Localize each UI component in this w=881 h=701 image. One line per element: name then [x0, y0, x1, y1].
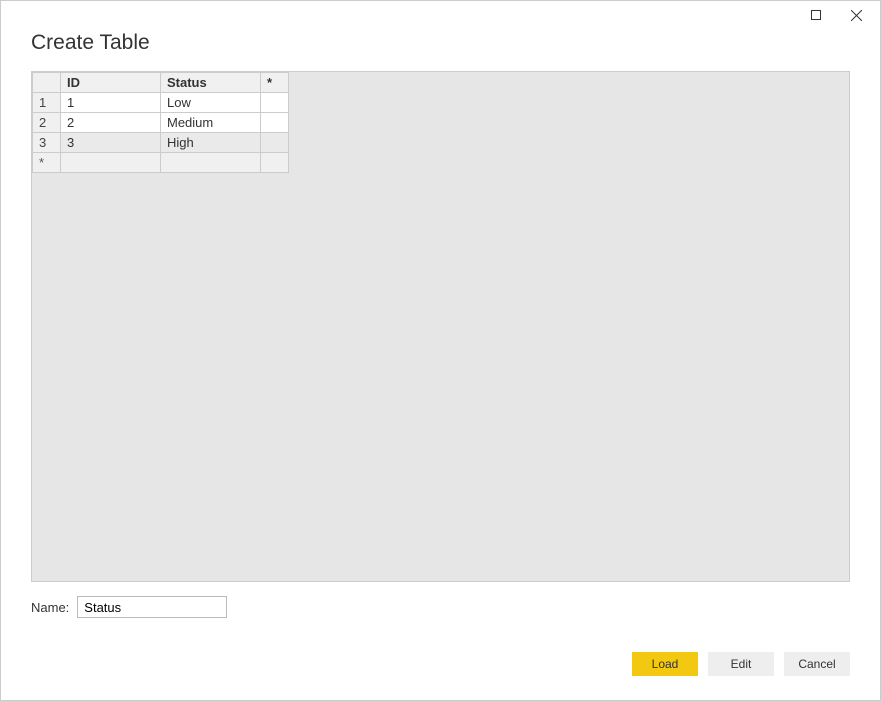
cell-status[interactable]: Medium	[161, 113, 261, 133]
dialog-title: Create Table	[31, 31, 850, 55]
table-grid-area[interactable]: ID Status * 11Low22Medium33High*	[31, 71, 850, 582]
corner-cell[interactable]	[33, 73, 61, 93]
dialog-header: Create Table	[1, 31, 880, 71]
row-number[interactable]: 3	[33, 133, 61, 153]
cell-extra[interactable]	[261, 93, 289, 113]
cell-id[interactable]: 2	[61, 113, 161, 133]
add-row-marker[interactable]: *	[33, 153, 61, 173]
add-column-marker[interactable]: *	[261, 73, 289, 93]
cell-id[interactable]: 1	[61, 93, 161, 113]
cell-status[interactable]: High	[161, 133, 261, 153]
name-label: Name:	[31, 600, 69, 615]
header-row: ID Status *	[33, 73, 289, 93]
dialog-buttons: Load Edit Cancel	[1, 618, 880, 700]
cancel-button[interactable]: Cancel	[784, 652, 850, 676]
create-table-dialog: Create Table ID Status * 11Low22Medium33…	[0, 0, 881, 701]
table-row[interactable]: 11Low	[33, 93, 289, 113]
new-cell[interactable]	[161, 153, 261, 173]
cell-extra[interactable]	[261, 133, 289, 153]
row-number[interactable]: 2	[33, 113, 61, 133]
row-number[interactable]: 1	[33, 93, 61, 113]
new-row[interactable]: *	[33, 153, 289, 173]
table-row[interactable]: 33High	[33, 133, 289, 153]
edit-button[interactable]: Edit	[708, 652, 774, 676]
maximize-button[interactable]	[796, 3, 836, 27]
column-header-id[interactable]: ID	[61, 73, 161, 93]
cell-extra[interactable]	[261, 113, 289, 133]
close-button[interactable]	[836, 3, 876, 27]
new-cell[interactable]	[61, 153, 161, 173]
column-header-status[interactable]: Status	[161, 73, 261, 93]
table-name-input[interactable]	[77, 596, 227, 618]
cell-status[interactable]: Low	[161, 93, 261, 113]
name-row: Name:	[1, 582, 880, 618]
data-table[interactable]: ID Status * 11Low22Medium33High*	[32, 72, 289, 173]
titlebar	[1, 1, 880, 31]
cell-id[interactable]: 3	[61, 133, 161, 153]
new-cell[interactable]	[261, 153, 289, 173]
load-button[interactable]: Load	[632, 652, 698, 676]
table-row[interactable]: 22Medium	[33, 113, 289, 133]
